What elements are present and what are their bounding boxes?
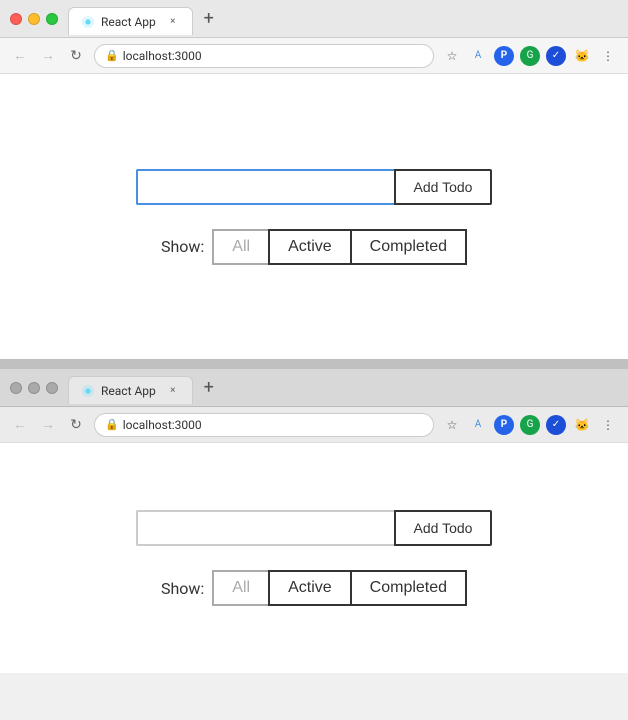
todo-input-row-2: Add Todo xyxy=(136,510,493,546)
show-label-1: Show: xyxy=(161,237,204,256)
close-button-2[interactable] xyxy=(10,382,22,394)
toolbar-icons-1: ☆ A P G ✓ 🐱 ⋮ xyxy=(442,46,618,66)
back-button-2[interactable]: ← xyxy=(10,415,30,435)
browser-tab-2[interactable]: React App × xyxy=(68,376,193,404)
filter-completed-button-1[interactable]: Completed xyxy=(350,229,467,265)
translate-icon[interactable]: A xyxy=(468,46,488,66)
react-favicon-icon-2 xyxy=(81,384,95,398)
filter-row-2: Show: All Active Completed xyxy=(161,570,467,606)
ext3-icon-2[interactable]: ✓ xyxy=(546,415,566,435)
browser-window-1: React App × + ← → ↻ 🔒 localhost:3000 ☆ A… xyxy=(0,0,628,359)
forward-button-1[interactable]: → xyxy=(38,46,58,66)
minimize-button[interactable] xyxy=(28,13,40,25)
traffic-lights-1 xyxy=(10,13,58,25)
new-tab-button-2[interactable]: + xyxy=(197,376,221,400)
address-bar-1: ← → ↻ 🔒 localhost:3000 ☆ A P G ✓ 🐱 ⋮ xyxy=(0,38,628,74)
url-bar-2[interactable]: 🔒 localhost:3000 xyxy=(94,413,434,437)
filter-completed-button-2[interactable]: Completed xyxy=(350,570,467,606)
back-button-1[interactable]: ← xyxy=(10,46,30,66)
ext1-icon[interactable]: P xyxy=(494,46,514,66)
traffic-lights-2 xyxy=(10,382,58,394)
ext2-icon[interactable]: G xyxy=(520,46,540,66)
tab-close-1[interactable]: × xyxy=(166,15,180,29)
todo-input-2[interactable] xyxy=(136,510,394,546)
ext2-icon-2[interactable]: G xyxy=(520,415,540,435)
ext1-icon-2[interactable]: P xyxy=(494,415,514,435)
fullscreen-button[interactable] xyxy=(46,13,58,25)
tab-title-2: React App xyxy=(101,384,156,398)
filter-all-button-1[interactable]: All xyxy=(212,229,268,265)
toolbar-icons-2: ☆ A P G ✓ 🐱 ⋮ xyxy=(442,415,618,435)
bookmark-icon[interactable]: ☆ xyxy=(442,46,462,66)
minimize-button-2[interactable] xyxy=(28,382,40,394)
new-tab-button-1[interactable]: + xyxy=(197,7,221,31)
menu-icon-2[interactable]: ⋮ xyxy=(598,415,618,435)
url-text-2: localhost:3000 xyxy=(123,418,202,432)
reload-button-2[interactable]: ↻ xyxy=(66,415,86,435)
translate-icon-2[interactable]: A xyxy=(468,415,488,435)
url-text-1: localhost:3000 xyxy=(123,49,202,63)
page-content-1: Add Todo Show: All Active Completed xyxy=(0,74,628,359)
browser-tab-1[interactable]: React App × xyxy=(68,7,193,35)
filter-all-button-2[interactable]: All xyxy=(212,570,268,606)
lock-icon-2: 🔒 xyxy=(105,418,119,431)
todo-input-1[interactable] xyxy=(136,169,394,205)
todo-input-row-1: Add Todo xyxy=(136,169,493,205)
reload-button-1[interactable]: ↻ xyxy=(66,46,86,66)
lock-icon: 🔒 xyxy=(105,49,119,62)
browser-divider xyxy=(0,359,628,369)
filter-active-button-1[interactable]: Active xyxy=(268,229,350,265)
title-bar-1: React App × + xyxy=(0,0,628,38)
add-todo-button-1[interactable]: Add Todo xyxy=(394,169,493,205)
forward-button-2[interactable]: → xyxy=(38,415,58,435)
tab-title-1: React App xyxy=(101,15,156,29)
avatar-icon-2[interactable]: 🐱 xyxy=(572,415,592,435)
avatar-icon[interactable]: 🐱 xyxy=(572,46,592,66)
url-bar-1[interactable]: 🔒 localhost:3000 xyxy=(94,44,434,68)
filter-active-button-2[interactable]: Active xyxy=(268,570,350,606)
title-bar-2: React App × + xyxy=(0,369,628,407)
filter-row-1: Show: All Active Completed xyxy=(161,229,467,265)
add-todo-button-2[interactable]: Add Todo xyxy=(394,510,493,546)
page-content-2: Add Todo Show: All Active Completed xyxy=(0,443,628,673)
bookmark-icon-2[interactable]: ☆ xyxy=(442,415,462,435)
fullscreen-button-2[interactable] xyxy=(46,382,58,394)
ext3-icon[interactable]: ✓ xyxy=(546,46,566,66)
browser-window-2: React App × + ← → ↻ 🔒 localhost:3000 ☆ A… xyxy=(0,369,628,673)
menu-icon[interactable]: ⋮ xyxy=(598,46,618,66)
address-bar-2: ← → ↻ 🔒 localhost:3000 ☆ A P G ✓ 🐱 ⋮ xyxy=(0,407,628,443)
show-label-2: Show: xyxy=(161,579,204,598)
tab-close-2[interactable]: × xyxy=(166,384,180,398)
close-button[interactable] xyxy=(10,13,22,25)
react-favicon-icon xyxy=(81,15,95,29)
